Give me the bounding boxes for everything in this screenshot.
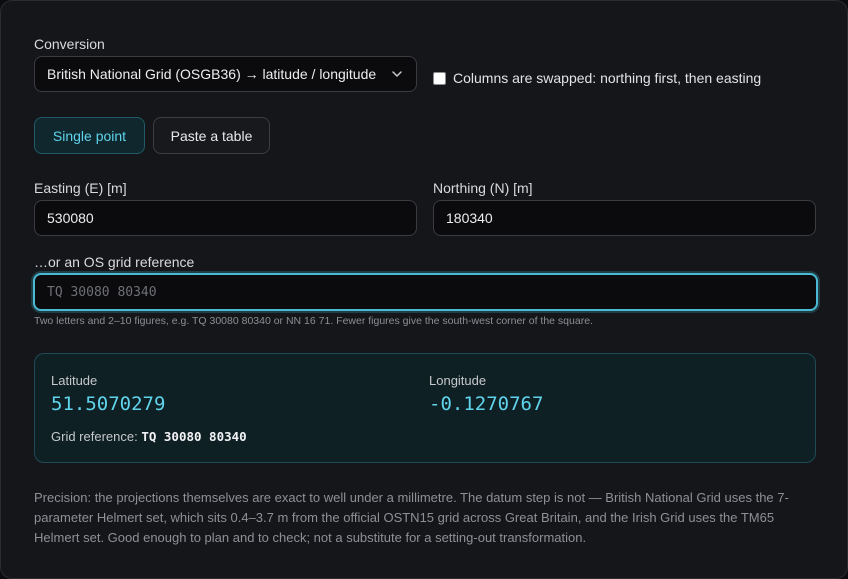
latitude-value: 51.5070279 — [51, 393, 166, 415]
conversion-label: Conversion — [34, 36, 105, 52]
grid-reference-hint: Two letters and 2–10 figures, e.g. TQ 30… — [34, 315, 593, 327]
result-box: Latitude 51.5070279 Longitude -0.1270767… — [34, 353, 816, 463]
northing-input[interactable]: 180340 — [433, 200, 816, 236]
grid-reference-result: Grid reference: TQ 30080 80340 — [51, 429, 247, 444]
easting-label: Easting (E) [m] — [34, 180, 127, 196]
easting-input[interactable]: 530080 — [34, 200, 417, 236]
tab-paste-table[interactable]: Paste a table — [153, 117, 270, 154]
grid-reference-input[interactable]: TQ 30080 80340 — [33, 273, 818, 311]
swap-columns-checkbox[interactable] — [433, 71, 446, 85]
grid-reference-placeholder: TQ 30080 80340 — [47, 284, 157, 300]
precision-note: Precision: the projections themselves ar… — [34, 490, 789, 545]
grid-reference-label: …or an OS grid reference — [34, 254, 195, 270]
chevron-down-icon — [392, 71, 402, 77]
converter-panel: Conversion British National Grid (OSGB36… — [0, 0, 848, 579]
swap-columns-option[interactable]: Columns are swapped: northing first, the… — [433, 70, 761, 86]
longitude-label: Longitude — [429, 373, 487, 388]
swap-columns-label: Columns are swapped: northing first, the… — [453, 70, 762, 86]
grid-reference-result-label: Grid reference: — [51, 429, 142, 444]
latitude-label: Latitude — [51, 373, 98, 388]
grid-reference-result-value: TQ 30080 80340 — [141, 429, 247, 444]
longitude-value: -0.1270767 — [429, 393, 544, 415]
conversion-selected-value: British National Grid (OSGB36) → latitud… — [47, 66, 377, 82]
northing-label: Northing (N) [m] — [433, 180, 533, 196]
tab-single-point[interactable]: Single point — [34, 117, 145, 154]
conversion-select[interactable]: British National Grid (OSGB36) → latitud… — [34, 56, 417, 92]
